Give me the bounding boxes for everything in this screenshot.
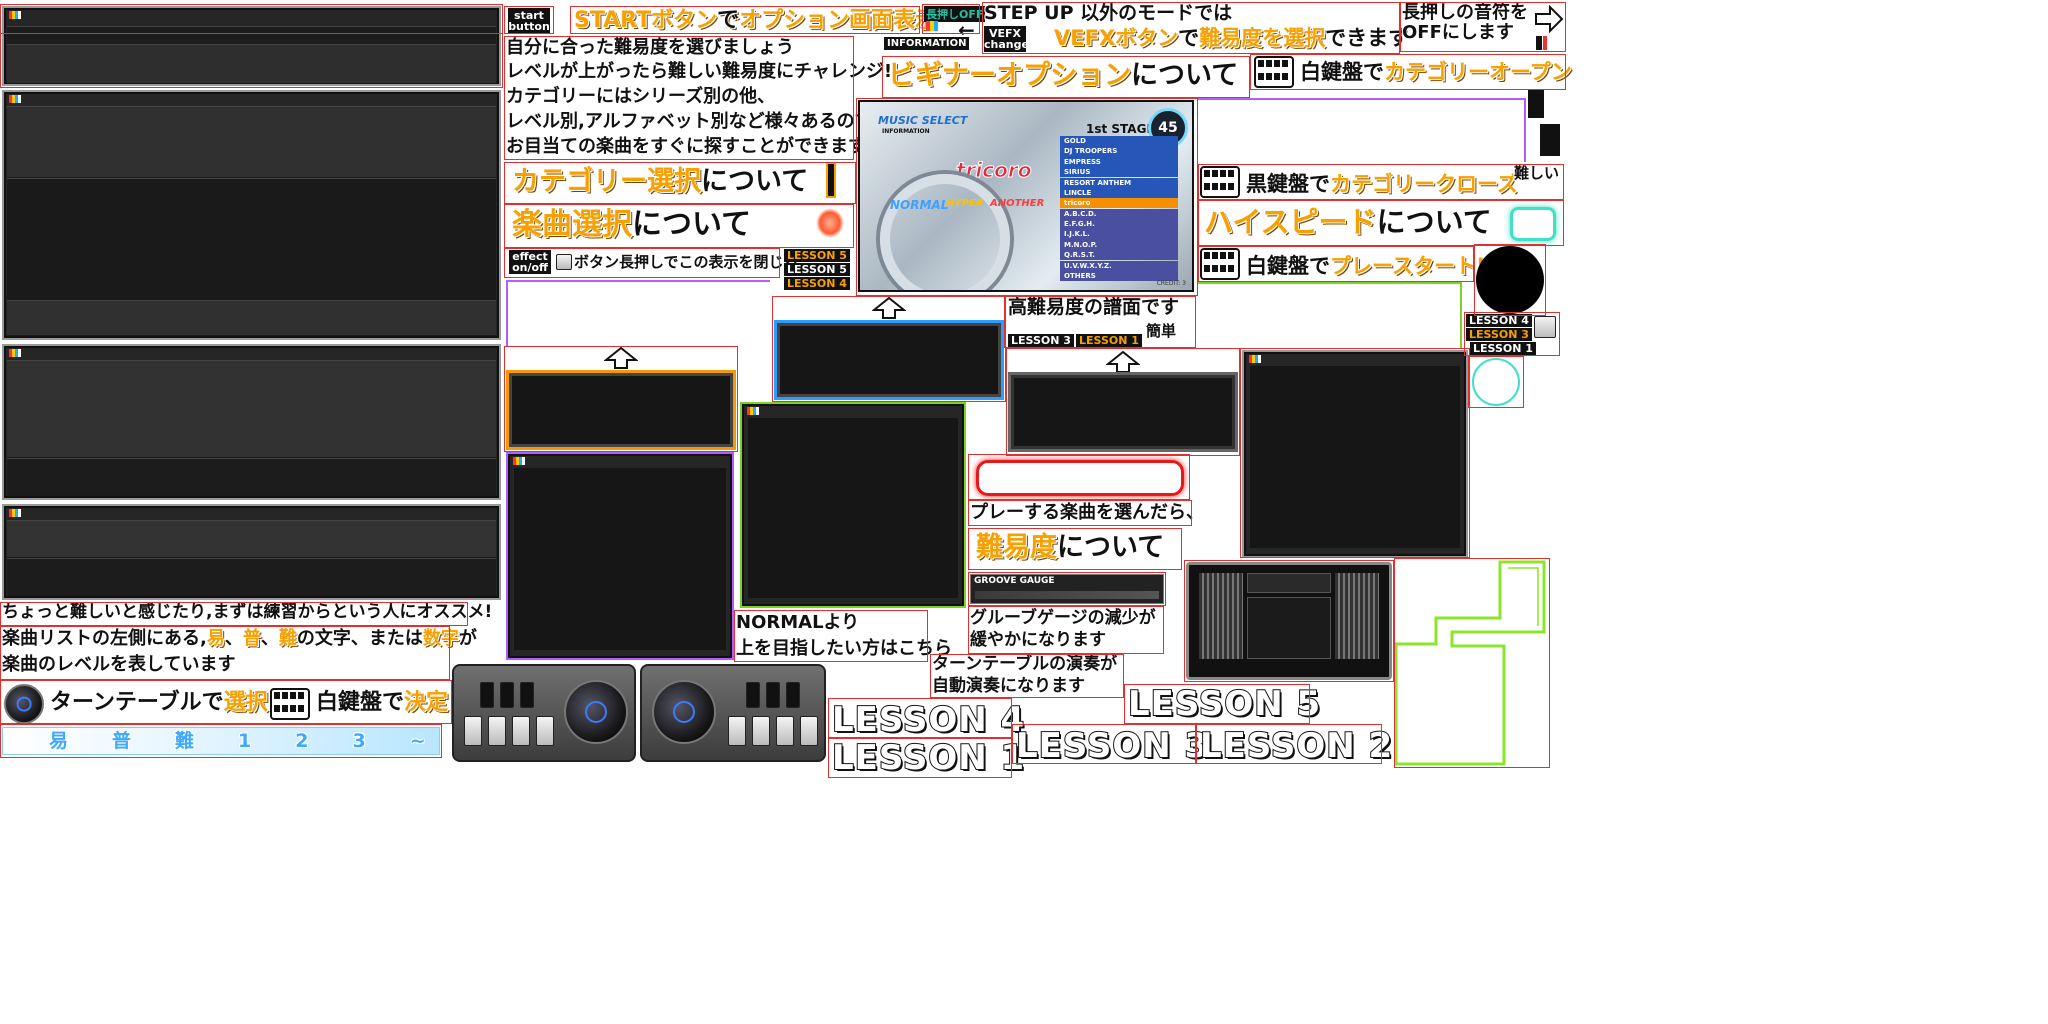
panel-green [740,402,966,608]
controller-right [640,664,826,762]
panel-left-2 [2,90,501,340]
purple-box-right [1198,98,1526,162]
panel-purple [506,452,734,660]
black-bar-2 [1540,124,1560,156]
purple-frame [506,280,770,346]
panel-left-3 [2,344,501,500]
green-frame-right [1198,282,1462,348]
information-badge: INFORMATION [884,37,970,50]
controller-left [452,664,636,762]
lesson-tag-5b: LESSON 5 [784,263,850,276]
lesson-tag-4: LESSON 4 [784,277,850,290]
panel-left-4 [2,504,501,600]
lesson-tag-5a: LESSON 5 [784,249,850,262]
black-bar-1 [1528,90,1544,118]
turntable-right [652,680,716,744]
turntable-left [564,680,628,744]
